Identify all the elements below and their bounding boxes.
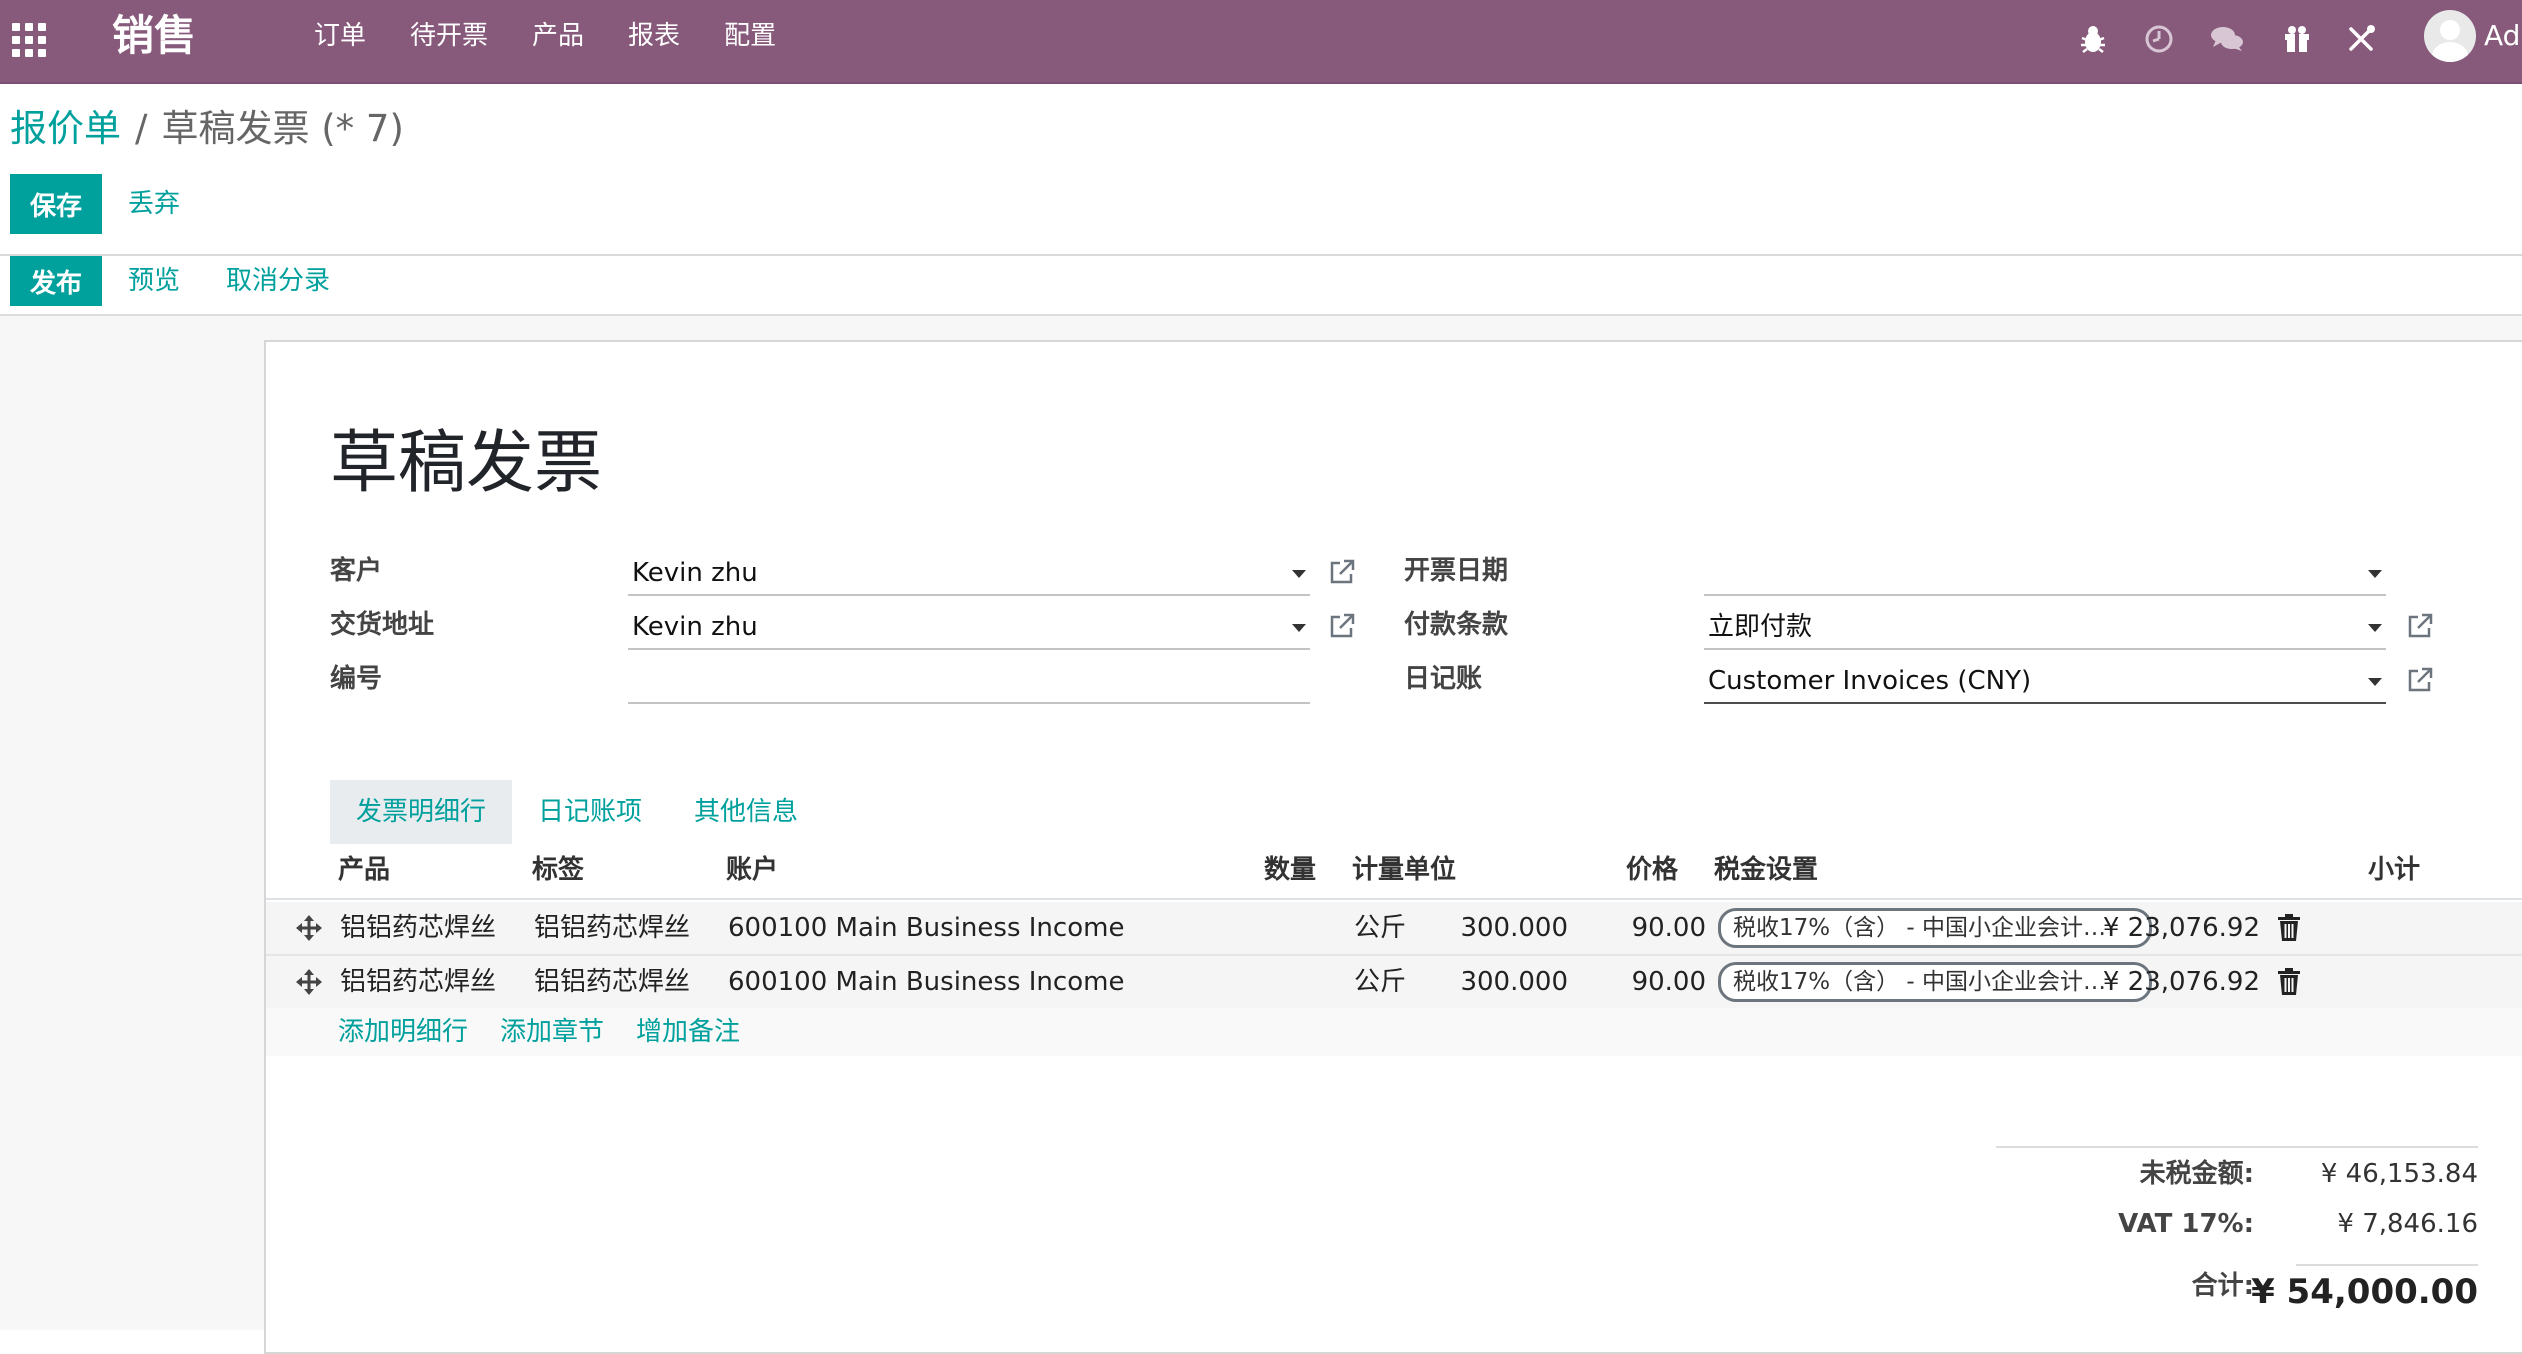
drag-handle-icon[interactable] — [296, 915, 322, 941]
column-header-subtotal[interactable]: 小计 — [2368, 852, 2420, 888]
preview-button[interactable]: 预览 — [128, 265, 180, 297]
column-header-product[interactable]: 产品 — [338, 852, 390, 888]
vat-value: ¥ 7,846.16 — [2337, 1209, 2478, 1239]
app-title[interactable]: 销售 — [112, 10, 196, 62]
add-section-link[interactable]: 添加章节 — [500, 1014, 604, 1050]
customer-label: 客户 — [330, 556, 383, 586]
gift-icon[interactable] — [2278, 20, 2316, 58]
untaxed-amount-value: ¥ 46,153.84 — [2320, 1159, 2478, 1189]
vat-label: VAT 17%: — [2118, 1209, 2254, 1239]
save-button[interactable]: 保存 — [10, 174, 102, 234]
trash-icon[interactable] — [2276, 968, 2302, 996]
cell-label[interactable]: 铝铝药芯焊丝 — [534, 964, 690, 1000]
chevron-down-icon[interactable] — [2368, 678, 2382, 686]
cancel-entry-button[interactable]: 取消分录 — [226, 265, 330, 297]
top-navbar: 销售 订单 待开票 产品 报表 配置 Ad — [0, 0, 2522, 84]
journal-value: Customer Invoices (CNY) — [1708, 666, 2032, 696]
column-header-taxes[interactable]: 税金设置 — [1714, 852, 1818, 888]
delivery-address-value: Kevin zhu — [632, 612, 758, 642]
breadcrumb-separator: / — [135, 107, 148, 150]
external-link-icon[interactable] — [2406, 612, 2434, 640]
trash-icon[interactable] — [2276, 914, 2302, 942]
control-panel-divider — [0, 254, 2522, 256]
cell-price[interactable]: 90.00 — [1566, 910, 1706, 946]
invoice-date-label: 开票日期 — [1404, 556, 1509, 586]
main-menu: 订单 待开票 产品 报表 配置 — [314, 0, 820, 82]
document-title: 草稿发票 — [330, 424, 603, 503]
cell-uom[interactable]: 公斤 — [1354, 910, 1406, 946]
tab-invoice-lines[interactable]: 发票明细行 — [330, 780, 512, 844]
discard-button[interactable]: 丢弃 — [128, 188, 180, 220]
cell-account[interactable]: 600100 Main Business Income — [728, 964, 1124, 1000]
user-avatar[interactable] — [2424, 10, 2476, 62]
reference-field[interactable] — [628, 658, 1310, 704]
cell-price[interactable]: 90.00 — [1566, 964, 1706, 1000]
cell-quantity[interactable]: 300.000 — [1266, 964, 1568, 1000]
delivery-address-label: 交货地址 — [330, 610, 435, 640]
untaxed-amount-label: 未税金额: — [2139, 1159, 2254, 1189]
column-header-quantity[interactable]: 数量 — [1264, 852, 1316, 888]
payment-terms-field[interactable]: 立即付款 — [1704, 604, 2386, 650]
bug-icon[interactable] — [2074, 20, 2112, 58]
column-header-account[interactable]: 账户 — [726, 852, 778, 888]
add-line-row: 添加明细行 添加章节 增加备注 — [266, 1008, 2522, 1056]
breadcrumb-current: 草稿发票 (* 7) — [161, 107, 404, 150]
payment-terms-value: 立即付款 — [1708, 612, 1813, 642]
cell-subtotal: ¥ 23,076.92 — [2102, 967, 2260, 997]
invoice-date-field[interactable] — [1704, 550, 2386, 596]
grand-total-value: ¥ 54,000.00 — [2251, 1272, 2478, 1312]
external-link-icon[interactable] — [1328, 612, 1356, 640]
table-row[interactable]: 铝铝药芯焊丝 铝铝药芯焊丝 600100 Main Business Incom… — [266, 902, 2522, 956]
breadcrumb: 报价单 / 草稿发票 (* 7) — [10, 104, 404, 154]
grand-total-divider — [2296, 1264, 2478, 1266]
menu-item-configuration[interactable]: 配置 — [724, 0, 776, 82]
delivery-address-field[interactable]: Kevin zhu — [628, 604, 1310, 650]
chevron-down-icon[interactable] — [2368, 570, 2382, 578]
drag-handle-icon[interactable] — [296, 969, 322, 995]
form-sheet — [264, 340, 2522, 1354]
tab-other-info[interactable]: 其他信息 — [694, 780, 798, 844]
column-header-label[interactable]: 标签 — [532, 852, 584, 888]
menu-item-to-invoice[interactable]: 待开票 — [410, 0, 488, 82]
external-link-icon[interactable] — [2406, 666, 2434, 694]
cell-label[interactable]: 铝铝药芯焊丝 — [534, 910, 690, 946]
menu-item-reporting[interactable]: 报表 — [628, 0, 680, 82]
apps-grid-icon[interactable] — [12, 23, 46, 57]
journal-label: 日记账 — [1404, 664, 1483, 694]
tab-journal-items[interactable]: 日记账项 — [538, 780, 642, 844]
cell-product[interactable]: 铝铝药芯焊丝 — [340, 910, 496, 946]
customer-field[interactable]: Kevin zhu — [628, 550, 1310, 596]
payment-terms-label: 付款条款 — [1404, 610, 1509, 640]
column-header-price[interactable]: 价格 — [1626, 852, 1678, 888]
reference-label: 编号 — [330, 664, 383, 694]
user-name[interactable]: Adm — [2484, 18, 2522, 54]
cell-account[interactable]: 600100 Main Business Income — [728, 910, 1124, 946]
menu-item-orders[interactable]: 订单 — [314, 0, 366, 82]
customer-value: Kevin zhu — [632, 558, 758, 588]
add-note-link[interactable]: 增加备注 — [636, 1014, 740, 1050]
tools-icon[interactable] — [2342, 20, 2380, 58]
totals-divider — [1996, 1146, 2478, 1148]
column-header-uom[interactable]: 计量单位 — [1352, 852, 1456, 888]
add-line-link[interactable]: 添加明细行 — [338, 1014, 468, 1050]
cell-subtotal: ¥ 23,076.92 — [2102, 913, 2260, 943]
chevron-down-icon[interactable] — [1292, 570, 1306, 578]
journal-field[interactable]: Customer Invoices (CNY) — [1704, 658, 2386, 704]
cell-uom[interactable]: 公斤 — [1354, 964, 1406, 1000]
clock-icon[interactable] — [2140, 20, 2178, 58]
table-header-border — [266, 898, 2522, 900]
breadcrumb-parent-link[interactable]: 报价单 — [10, 107, 121, 150]
cell-product[interactable]: 铝铝药芯焊丝 — [340, 964, 496, 1000]
menu-item-products[interactable]: 产品 — [532, 0, 584, 82]
table-row[interactable]: 铝铝药芯焊丝 铝铝药芯焊丝 600100 Main Business Incom… — [266, 956, 2522, 1010]
chevron-down-icon[interactable] — [1292, 624, 1306, 632]
cell-quantity[interactable]: 300.000 — [1266, 910, 1568, 946]
chat-icon[interactable] — [2208, 20, 2246, 58]
external-link-icon[interactable] — [1328, 558, 1356, 586]
chevron-down-icon[interactable] — [2368, 624, 2382, 632]
post-button[interactable]: 发布 — [10, 256, 102, 306]
